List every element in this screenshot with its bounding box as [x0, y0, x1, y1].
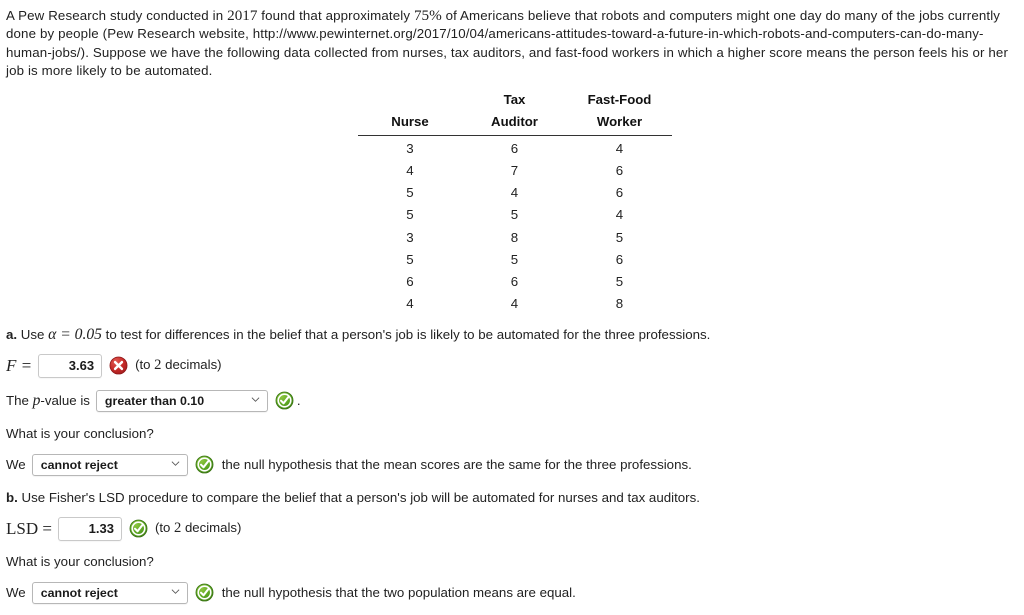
column-header-nurse: Nurse	[358, 89, 462, 137]
part-a-text-before-alpha: Use	[17, 326, 49, 342]
cell-fast-food-worker: 5	[615, 229, 624, 245]
table-row: 5 4 6	[358, 182, 672, 204]
cell-tax-auditor: 4	[510, 295, 519, 311]
chevron-down-icon	[251, 395, 260, 404]
intro-year: 2017	[227, 7, 258, 24]
cell-tax-auditor: 8	[510, 229, 519, 245]
table-row: 4 7 6	[358, 160, 672, 182]
part-a-conclusion-row: We cannot reject the null hypothesis tha…	[6, 452, 1016, 478]
p-value-label-after: -value is	[40, 392, 90, 408]
part-b-text: Use Fisher's LSD procedure to compare th…	[17, 489, 700, 505]
correct-icon	[275, 391, 294, 410]
part-b-conclusion-select[interactable]: cannot reject	[31, 581, 188, 604]
column-header-tax-auditor-line1: Tax	[503, 92, 526, 108]
column-header-tax-auditor: Tax Auditor	[462, 89, 567, 137]
cell-nurse: 3	[406, 141, 414, 157]
data-table-container: Nurse Tax Auditor Fast-Food Worker 3 6 4…	[6, 89, 1016, 315]
cell-fast-food-worker: 4	[615, 207, 624, 223]
cell-nurse: 4	[406, 295, 414, 311]
p-value-row: The p-value is greater than 0.10 .	[6, 388, 1016, 414]
cell-nurse: 5	[406, 207, 414, 223]
lsd-row: LSD = (to 2 decimals)	[6, 516, 1016, 542]
f-statistic-row: F = (to 2 decimals)	[6, 353, 1016, 379]
column-header-fast-food-worker-line1: Fast-Food	[587, 92, 652, 108]
part-b-prompt: b. Use Fisher's LSD procedure to compare…	[6, 489, 1016, 507]
cell-tax-auditor: 6	[510, 273, 519, 289]
lsd-hint-after: decimals)	[181, 520, 242, 536]
lsd-hint-before: (to	[154, 520, 175, 536]
cell-fast-food-worker: 5	[615, 273, 624, 289]
table-row: 5 5 6	[358, 249, 672, 271]
cell-tax-auditor: 5	[510, 251, 519, 267]
incorrect-icon	[109, 356, 128, 375]
exercise-page: A Pew Research study conducted in 2017 f…	[0, 0, 1024, 606]
f-hint-before: (to	[135, 357, 155, 373]
p-value-period: .	[296, 393, 301, 409]
table-header-row: Nurse Tax Auditor Fast-Food Worker	[358, 89, 672, 137]
column-header-tax-auditor-line2: Auditor	[491, 113, 538, 129]
p-value-label: The p-value is	[6, 392, 90, 410]
chevron-down-icon	[171, 459, 180, 468]
cell-fast-food-worker: 4	[615, 141, 624, 157]
part-a-alpha-value: α = 0.05	[48, 325, 102, 343]
correct-icon	[195, 583, 214, 602]
table-row: 5 5 4	[358, 204, 672, 226]
part-a-conclusion-question: What is your conclusion?	[6, 425, 154, 441]
cell-fast-food-worker: 8	[615, 295, 624, 311]
table-row: 3 6 4	[358, 136, 672, 161]
cell-fast-food-worker: 6	[615, 185, 624, 201]
table-row: 3 8 5	[358, 227, 672, 249]
table-row: 4 4 8	[358, 293, 672, 315]
p-value-select[interactable]: greater than 0.10	[95, 389, 268, 412]
cell-fast-food-worker: 6	[615, 163, 624, 179]
part-b-conclusion-lead: We	[6, 585, 26, 601]
correct-icon	[195, 455, 214, 474]
cell-tax-auditor: 5	[510, 207, 519, 223]
part-b-conclusion-trail: the null hypothesis that the two populat…	[221, 585, 576, 601]
part-b-conclusion-row: We cannot reject the null hypothesis tha…	[6, 580, 1016, 606]
cell-nurse: 6	[406, 273, 414, 289]
p-value-label-before: The	[6, 392, 33, 408]
lsd-label: LSD =	[6, 518, 52, 538]
cell-tax-auditor: 4	[510, 185, 519, 201]
part-b-conclusion-selected-option: cannot reject	[40, 585, 118, 600]
p-value-selected-option: greater than 0.10	[104, 393, 205, 408]
cell-nurse: 5	[406, 185, 414, 201]
part-a-conclusion-selected-option: cannot reject	[40, 457, 118, 472]
part-a-text-after-alpha: to test for differences in the belief th…	[101, 326, 711, 342]
part-b-conclusion-question: What is your conclusion?	[6, 553, 154, 569]
f-statistic-hint: (to 2 decimals)	[135, 357, 221, 374]
cell-tax-auditor: 6	[510, 141, 519, 157]
automation-scores-table: Nurse Tax Auditor Fast-Food Worker 3 6 4…	[358, 89, 672, 315]
f-statistic-label: F =	[6, 355, 33, 375]
part-a-conclusion-lead: We	[6, 457, 26, 473]
part-b-label: b.	[6, 489, 18, 505]
part-a-conclusion-trail: the null hypothesis that the mean scores…	[221, 457, 692, 473]
column-header-fast-food-worker-line2: Worker	[596, 113, 643, 129]
part-a-conclusion-select[interactable]: cannot reject	[31, 453, 188, 476]
part-a-label: a.	[6, 326, 18, 342]
f-hint-after: decimals)	[161, 357, 222, 373]
correct-icon	[129, 519, 148, 538]
intro-text-part1: A Pew Research study conducted in	[6, 8, 228, 23]
cell-nurse: 3	[406, 229, 414, 245]
column-header-fast-food-worker: Fast-Food Worker	[567, 89, 672, 137]
cell-fast-food-worker: 6	[615, 251, 624, 267]
part-a-prompt: a. Use α = 0.05 to test for differences …	[6, 326, 1016, 344]
table-row: 6 6 5	[358, 271, 672, 293]
chevron-down-icon	[171, 587, 180, 596]
table-body: 3 6 4 4 7 6 5 4 6 5 5 4 3 8 5 5 5 6 6 6 …	[358, 136, 672, 315]
intro-paragraph: A Pew Research study conducted in 2017 f…	[6, 4, 1020, 80]
cell-nurse: 5	[406, 251, 414, 267]
cell-tax-auditor: 7	[510, 163, 519, 179]
intro-percent: 75%	[413, 7, 442, 24]
lsd-hint: (to 2 decimals)	[155, 520, 241, 537]
intro-text-part2: found that approximately	[257, 8, 414, 23]
lsd-input[interactable]	[57, 516, 122, 541]
column-header-nurse-line2: Nurse	[391, 113, 429, 129]
f-statistic-input[interactable]	[38, 353, 103, 378]
cell-nurse: 4	[406, 163, 414, 179]
